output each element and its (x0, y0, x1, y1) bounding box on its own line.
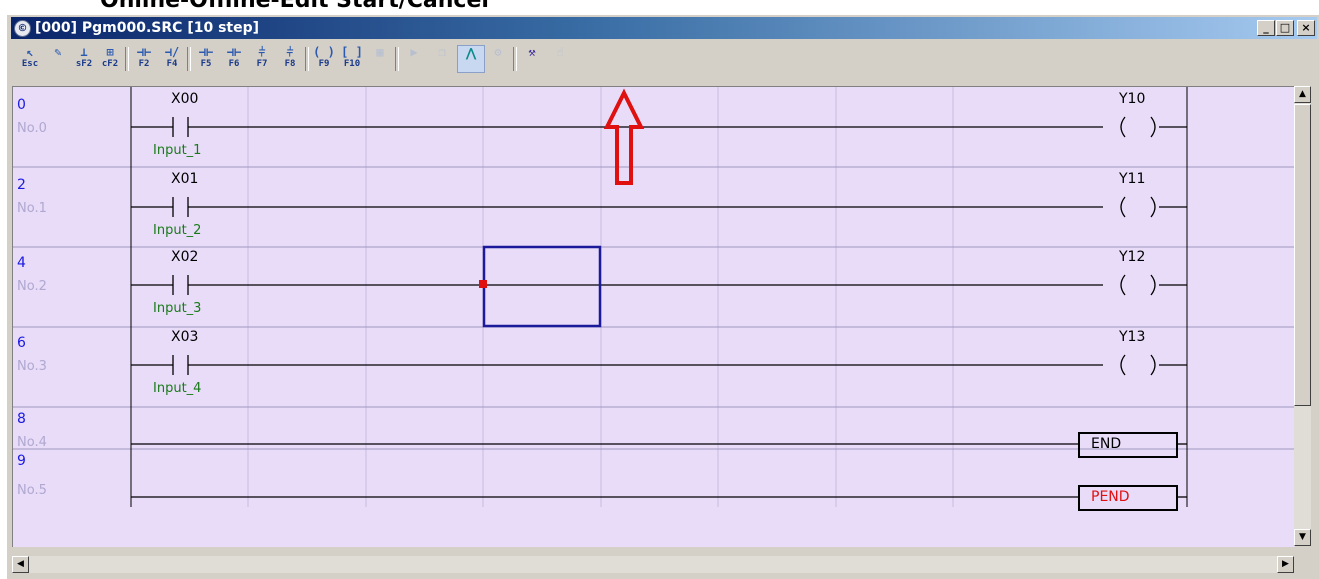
cursor-point (479, 280, 487, 288)
pointer-icon: ☝ (556, 45, 564, 59)
delete-icon: ⊞ (106, 45, 114, 59)
coil-icon: ( ) (313, 45, 335, 59)
rung-3 (131, 354, 1187, 376)
contact-address[interactable]: X01 (171, 171, 198, 187)
ladder-diagram[interactable]: 0 No.0 2 No.1 4 No.2 6 No.3 8 No.4 9 No.… (12, 86, 1295, 547)
rung-1 (131, 196, 1187, 218)
toolbar-separator (513, 47, 517, 71)
f8-tool[interactable]: ⫩ F8 (277, 45, 303, 71)
window-title: [000] Pgm000.SRC [10 step] (35, 20, 260, 36)
step-number: 8 (17, 411, 26, 427)
rung-number: No.3 (17, 359, 47, 374)
rung-2 (131, 274, 1187, 296)
disabled-tool-3[interactable]: ❐ (429, 45, 455, 71)
insert-icon: ⊥ (80, 45, 88, 59)
rung-number: No.1 (17, 201, 47, 216)
contact-comment: Input_3 (153, 301, 202, 316)
contact-address[interactable]: X00 (171, 91, 198, 107)
pencil-icon: ✎ (54, 45, 62, 59)
rung-number: No.4 (17, 435, 47, 450)
title-bar[interactable]: © [000] Pgm000.SRC [10 step] _ □ × (11, 17, 1317, 39)
toolbar-separator (125, 47, 129, 71)
no-contact-icon: ⊣⊢ (136, 45, 152, 59)
pend-instruction[interactable]: PEND (1091, 489, 1130, 505)
rung-0 (131, 116, 1187, 138)
toolbar: ↖ Esc ✎ ⊥ sF2 ⊞ cF2 ⊣⊢ F2 ⊣/F4 ⊣⊢ F5 ⊣⊢ F6 ⫩ F7… (11, 41, 1317, 77)
f6-tool[interactable]: ⊣⊢ F6 (221, 45, 247, 71)
f9-coil[interactable]: ( ) F9 (311, 45, 337, 71)
monitor-tool[interactable]: ⚒ (519, 45, 545, 71)
rung-number: No.5 (17, 483, 47, 498)
comment-edit-tool[interactable]: ✎ (45, 45, 71, 71)
page-caption: Online-Offline-Edit Start/Cancel (100, 0, 489, 13)
ladder-grid (13, 87, 1295, 511)
maximize-button[interactable]: □ (1276, 20, 1294, 36)
coil-address[interactable]: Y13 (1119, 329, 1145, 345)
f2-contact-no[interactable]: ⊣⊢ F2 (131, 45, 157, 71)
rung-5 (131, 485, 1187, 511)
step-number: 6 (17, 335, 26, 351)
contact-address[interactable]: X03 (171, 329, 198, 345)
falling-contact-icon: ⊣⊢ (226, 45, 242, 59)
horizontal-scrollbar[interactable]: ◀ ▶ (12, 556, 1294, 573)
rung-number: No.0 (17, 121, 47, 136)
disabled-tool-4[interactable]: ⚙ (485, 45, 511, 71)
disabled-tool-5[interactable]: ☝ (547, 45, 573, 71)
rung-number: No.2 (17, 279, 47, 294)
contact-comment: Input_1 (153, 143, 202, 158)
toolbar-separator (305, 47, 309, 71)
scroll-left-button[interactable]: ◀ (12, 556, 29, 573)
online-edit-tool[interactable]: ⋀ (457, 45, 485, 73)
step-number: 0 (17, 97, 26, 113)
scroll-up-button[interactable]: ▲ (1294, 86, 1311, 103)
contact-address[interactable]: X02 (171, 249, 198, 265)
rung-4 (131, 432, 1187, 458)
vertical-scrollbar[interactable]: ▲ ▼ (1294, 86, 1311, 546)
step-number: 9 (17, 453, 26, 469)
f5-tool[interactable]: ⊣⊢ F5 (193, 45, 219, 71)
parallel-contact-icon: ⫩ (258, 45, 266, 59)
f4-contact-nc[interactable]: ⊣/F4 (159, 45, 185, 71)
scroll-right-button[interactable]: ▶ (1277, 556, 1294, 573)
toolbar-separator (187, 47, 191, 71)
parallel-nc-icon: ⫩ (286, 45, 294, 59)
scroll-thumb[interactable] (1294, 104, 1311, 406)
function-icon: [ ] (341, 45, 363, 59)
f10-function[interactable]: [ ] F10 (339, 45, 365, 71)
annotation-arrow (603, 88, 645, 185)
run-icon: ▶ (410, 45, 418, 59)
rising-contact-icon: ⊣⊢ (198, 45, 214, 59)
nc-contact-icon: ⊣/ (164, 45, 180, 59)
step-number: 4 (17, 255, 26, 271)
copy-icon: ❐ (438, 45, 446, 59)
end-instruction[interactable]: END (1091, 436, 1121, 452)
contact-comment: Input_4 (153, 381, 202, 396)
arrow-icon: ↖ (26, 45, 34, 59)
minimize-button[interactable]: _ (1257, 20, 1275, 36)
close-button[interactable]: × (1297, 20, 1315, 36)
scroll-down-button[interactable]: ▼ (1294, 529, 1311, 546)
f7-tool[interactable]: ⫩ F7 (249, 45, 275, 71)
app-icon[interactable]: © (14, 20, 31, 37)
coil-address[interactable]: Y10 (1119, 91, 1145, 107)
sf2-insert-tool[interactable]: ⊥ sF2 (71, 45, 97, 71)
edit-cursor[interactable] (482, 245, 602, 328)
gear-icon: ⚙ (494, 45, 502, 59)
disabled-tool-1[interactable]: ▦ (367, 45, 393, 71)
online-edit-icon: ⋀ (466, 46, 476, 60)
coil-address[interactable]: Y12 (1119, 249, 1145, 265)
disabled-tool-2[interactable]: ▶ (401, 45, 427, 71)
grid-icon: ▦ (376, 45, 384, 59)
cf2-tool[interactable]: ⊞ cF2 (97, 45, 123, 71)
toolbar-separator (395, 47, 399, 71)
step-number: 2 (17, 177, 26, 193)
contact-comment: Input_2 (153, 223, 202, 238)
esc-select-tool[interactable]: ↖ Esc (17, 45, 43, 71)
row-dividers (13, 166, 1295, 450)
monitor-icon: ⚒ (528, 45, 536, 59)
coil-address[interactable]: Y11 (1119, 171, 1145, 187)
